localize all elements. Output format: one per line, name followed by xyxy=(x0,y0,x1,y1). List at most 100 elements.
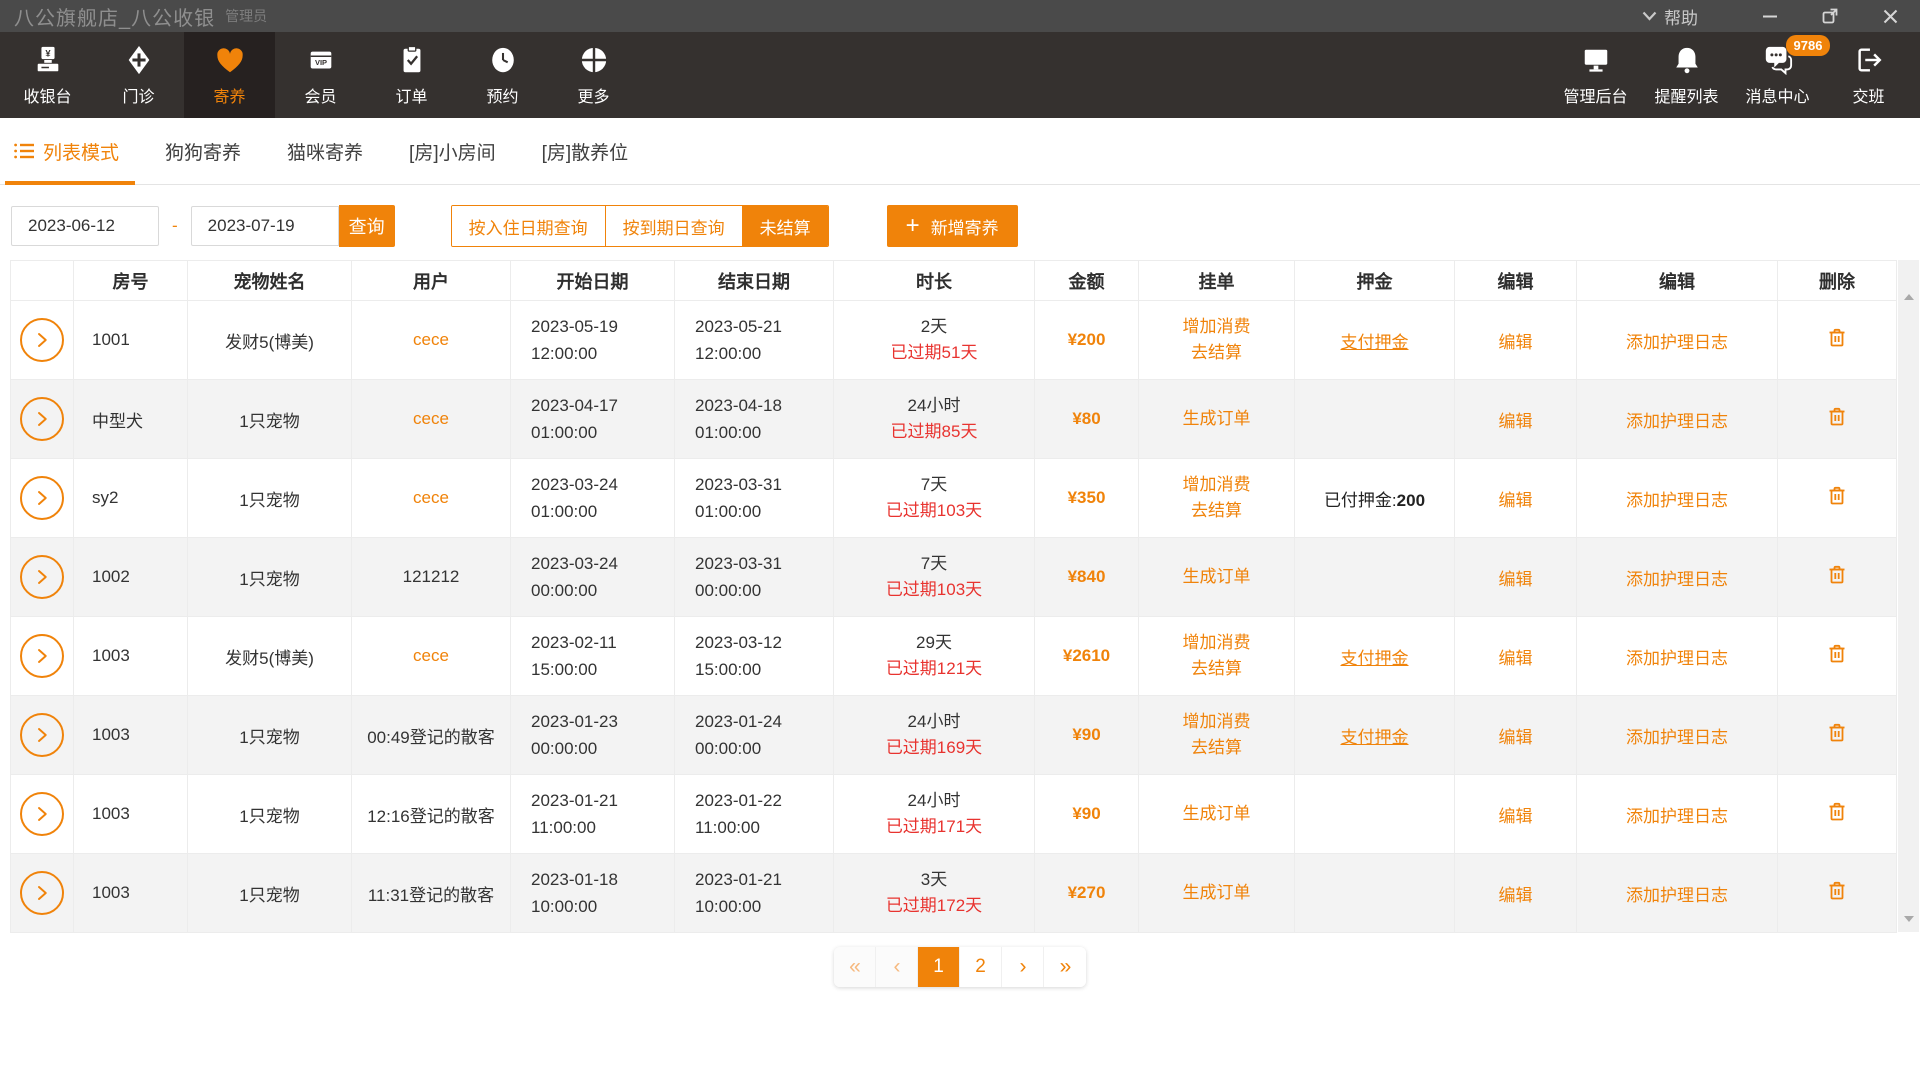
add-care-log-link[interactable]: 添加护理日志 xyxy=(1626,412,1728,431)
delete-button[interactable] xyxy=(1825,800,1849,824)
settle-action-link[interactable]: 去结算 xyxy=(1139,498,1294,524)
delete-button[interactable] xyxy=(1825,721,1849,745)
scroll-up-arrow-icon[interactable] xyxy=(1904,294,1914,300)
expand-row-button[interactable] xyxy=(20,792,64,836)
order-action-link[interactable]: 增加消费 xyxy=(1139,630,1294,656)
pay-deposit-link[interactable]: 支付押金 xyxy=(1341,649,1409,668)
expand-row-button[interactable] xyxy=(20,397,64,441)
edit-link[interactable]: 编辑 xyxy=(1499,570,1533,589)
nav-item-message-center[interactable]: 9786 消息中心 xyxy=(1732,32,1823,118)
expand-row-button[interactable] xyxy=(20,871,64,915)
scroll-down-arrow-icon[interactable] xyxy=(1904,916,1914,922)
minimize-button[interactable] xyxy=(1740,0,1800,32)
expand-row-button[interactable] xyxy=(20,634,64,678)
nav-item-orders[interactable]: 订单 xyxy=(366,32,457,118)
add-care-log-link[interactable]: 添加护理日志 xyxy=(1626,333,1728,352)
nav-item-admin-backend[interactable]: 管理后台 xyxy=(1550,32,1641,118)
delete-button[interactable] xyxy=(1825,879,1849,903)
table-row: 1003 1只宠物 00:49登记的散客 2023-01-23 00:00:00… xyxy=(11,696,1897,775)
edit-link[interactable]: 编辑 xyxy=(1499,412,1533,431)
delete-button[interactable] xyxy=(1825,563,1849,587)
first-page-button[interactable]: « xyxy=(834,947,876,987)
add-care-log-link[interactable]: 添加护理日志 xyxy=(1626,491,1728,510)
nav-item-clinic[interactable]: 门诊 xyxy=(93,32,184,118)
tab-list-mode[interactable]: 列表模式 xyxy=(14,118,119,184)
tab-small-room[interactable]: [房]小房间 xyxy=(409,118,496,184)
delete-button[interactable] xyxy=(1825,405,1849,429)
settle-action-link[interactable]: 去结算 xyxy=(1139,340,1294,366)
add-care-log-link[interactable]: 添加护理日志 xyxy=(1626,728,1728,747)
page-button-2[interactable]: 2 xyxy=(960,947,1002,987)
order-action-link[interactable]: 生成订单 xyxy=(1139,406,1294,432)
user-name-link[interactable]: 00:49登记的散客 xyxy=(367,728,495,747)
nav-item-boarding[interactable]: 寄养 xyxy=(184,32,275,118)
next-page-button[interactable]: › xyxy=(1002,947,1044,987)
close-button[interactable] xyxy=(1860,0,1920,32)
pay-deposit-link[interactable]: 支付押金 xyxy=(1341,333,1409,352)
edit-link[interactable]: 编辑 xyxy=(1499,333,1533,352)
pet-name: 发财5(博美) xyxy=(188,301,352,380)
expand-row-button[interactable] xyxy=(20,555,64,599)
expand-row-button[interactable] xyxy=(20,318,64,362)
table-row: 1003 发财5(博美) cece 2023-02-11 15:00:00 20… xyxy=(11,617,1897,696)
duration: 24小时 xyxy=(834,393,1034,419)
order-action-link[interactable]: 增加消费 xyxy=(1139,472,1294,498)
date-to-input[interactable] xyxy=(191,206,339,246)
nav-item-cashier[interactable]: ¥ 收银台 xyxy=(2,32,93,118)
user-name-link[interactable]: 12:16登记的散客 xyxy=(367,807,495,826)
prev-page-button[interactable]: ‹ xyxy=(876,947,918,987)
order-action-link[interactable]: 生成订单 xyxy=(1139,564,1294,590)
nav-item-shift-change[interactable]: 交班 xyxy=(1823,32,1914,118)
add-care-log-link[interactable]: 添加护理日志 xyxy=(1626,807,1728,826)
add-care-log-link[interactable]: 添加护理日志 xyxy=(1626,649,1728,668)
page-button-1[interactable]: 1 xyxy=(918,947,960,987)
filter-bar: - 查询 按入住日期查询 按到期日查询 未结算 + 新增寄养 xyxy=(11,205,1920,247)
query-by-due-button[interactable]: 按到期日查询 xyxy=(606,206,743,246)
query-by-checkin-button[interactable]: 按入住日期查询 xyxy=(452,206,606,246)
edit-link[interactable]: 编辑 xyxy=(1499,886,1533,905)
delete-button[interactable] xyxy=(1825,484,1849,508)
help-button[interactable]: 帮助 xyxy=(1642,4,1698,29)
user-name-link[interactable]: cece xyxy=(413,330,449,349)
search-button[interactable]: 查询 xyxy=(339,205,395,247)
expand-row-button[interactable] xyxy=(20,713,64,757)
delete-button[interactable] xyxy=(1825,326,1849,350)
date-from-input[interactable] xyxy=(11,206,159,246)
vertical-scrollbar[interactable] xyxy=(1898,260,1919,932)
settle-action-link[interactable]: 去结算 xyxy=(1139,735,1294,761)
tab-free-range[interactable]: [房]散养位 xyxy=(542,118,629,184)
order-action-link[interactable]: 生成订单 xyxy=(1139,880,1294,906)
add-care-log-link[interactable]: 添加护理日志 xyxy=(1626,886,1728,905)
user-name-link[interactable]: cece xyxy=(413,488,449,507)
edit-link[interactable]: 编辑 xyxy=(1499,649,1533,668)
delete-button[interactable] xyxy=(1825,642,1849,666)
expand-row-button[interactable] xyxy=(20,476,64,520)
order-action-link[interactable]: 增加消费 xyxy=(1139,709,1294,735)
unsettled-filter-button[interactable]: 未结算 xyxy=(743,206,828,246)
nav-item-appointments[interactable]: 预约 xyxy=(457,32,548,118)
list-icon xyxy=(14,143,34,159)
overdue-label: 已过期103天 xyxy=(834,577,1034,603)
order-action-link[interactable]: 生成订单 xyxy=(1139,801,1294,827)
user-name-link[interactable]: 11:31登记的散客 xyxy=(368,886,494,905)
nav-item-reminders[interactable]: 提醒列表 xyxy=(1641,32,1732,118)
user-name-link[interactable]: 121212 xyxy=(403,567,460,586)
edit-link[interactable]: 编辑 xyxy=(1499,807,1533,826)
pay-deposit-link[interactable]: 支付押金 xyxy=(1341,728,1409,747)
settle-action-link[interactable]: 去结算 xyxy=(1139,656,1294,682)
user-name-link[interactable]: cece xyxy=(413,646,449,665)
nav-item-members[interactable]: VIP 会员 xyxy=(275,32,366,118)
maximize-button[interactable] xyxy=(1800,0,1860,32)
add-care-log-link[interactable]: 添加护理日志 xyxy=(1626,570,1728,589)
add-boarding-button[interactable]: + 新增寄养 xyxy=(887,205,1018,247)
edit-link[interactable]: 编辑 xyxy=(1499,728,1533,747)
nav-item-more[interactable]: 更多 xyxy=(548,32,639,118)
tab-cat-boarding[interactable]: 猫咪寄养 xyxy=(287,118,363,184)
end-datetime: 2023-01-21 10:00:00 xyxy=(675,854,834,933)
user-name-link[interactable]: cece xyxy=(413,409,449,428)
room-number: 1003 xyxy=(74,854,188,933)
edit-link[interactable]: 编辑 xyxy=(1499,491,1533,510)
order-action-link[interactable]: 增加消费 xyxy=(1139,314,1294,340)
last-page-button[interactable]: » xyxy=(1044,947,1086,987)
tab-dog-boarding[interactable]: 狗狗寄养 xyxy=(165,118,241,184)
